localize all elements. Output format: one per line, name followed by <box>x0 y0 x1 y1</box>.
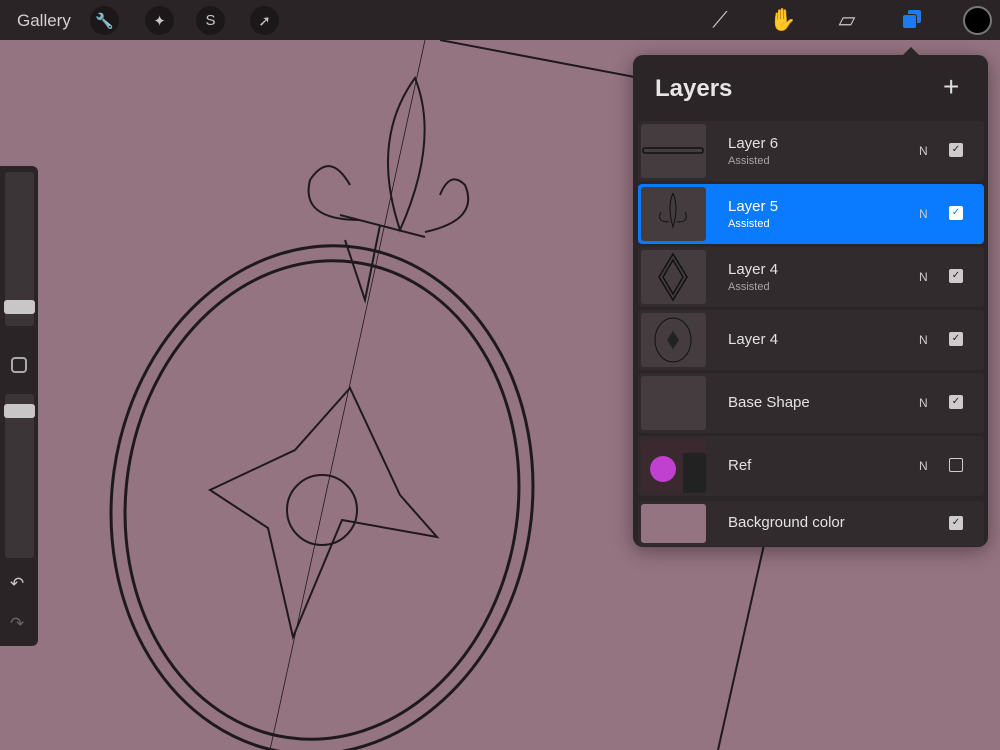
layer-row[interactable]: Ref N <box>638 436 984 496</box>
blend-mode-button[interactable]: N <box>919 207 928 221</box>
magic-wand-icon[interactable]: ✦ <box>145 6 174 35</box>
gallery-button[interactable]: Gallery <box>17 11 71 31</box>
layer-row[interactable]: Layer 6 Assisted N ✓ <box>638 121 984 181</box>
layer-name: Layer 4 <box>728 331 779 348</box>
panel-title: Layers <box>655 75 733 102</box>
layer-subtitle: Assisted <box>728 155 770 167</box>
opacity-slider[interactable] <box>5 394 34 558</box>
blend-mode-button[interactable]: N <box>919 144 928 158</box>
layer-thumbnail[interactable] <box>641 124 706 178</box>
layers-icon[interactable] <box>902 9 924 31</box>
ornament <box>207 386 440 641</box>
layer-row[interactable]: Base Shape N ✓ <box>638 373 984 433</box>
guide-line <box>269 40 426 750</box>
layer-row[interactable]: Layer 4 Assisted N ✓ <box>638 247 984 307</box>
layer-thumbnail[interactable] <box>641 187 706 241</box>
layers-panel: Layers + Layer 6 Assisted N ✓ Layer 5 Assiste… <box>633 47 988 547</box>
layer-name: Layer 5 <box>728 198 779 215</box>
layer-visibility-checkbox[interactable]: ✓ <box>949 143 963 157</box>
layer-name: Layer 6 <box>728 135 779 152</box>
selection-icon[interactable]: S <box>196 6 225 35</box>
brush-icon[interactable]: ⟋ <box>705 5 735 35</box>
side-toolbar: ↶ ↷ <box>0 166 38 646</box>
layer-visibility-checkbox[interactable]: ✓ <box>949 516 963 530</box>
layer-row[interactable]: Background color ✓ <box>638 501 984 546</box>
layer-row[interactable]: Layer 5 Assisted N ✓ <box>638 184 984 244</box>
redo-icon[interactable]: ↷ <box>10 614 24 634</box>
fleur-de-lis <box>339 75 426 304</box>
smudge-icon[interactable]: ✋ <box>768 5 798 35</box>
brush-size-handle[interactable] <box>4 300 35 314</box>
opacity-handle[interactable] <box>4 404 35 418</box>
layer-name: Background color <box>728 514 845 531</box>
undo-icon[interactable]: ↶ <box>10 574 24 594</box>
layer-row[interactable]: Layer 4 N ✓ <box>638 310 984 370</box>
layer-thumbnail[interactable] <box>641 250 706 304</box>
blend-mode-button[interactable]: N <box>919 396 928 410</box>
layer-name: Layer 4 <box>728 261 779 278</box>
layer-thumbnail[interactable] <box>641 504 706 543</box>
layer-thumbnail[interactable] <box>641 313 706 367</box>
frame-inner <box>123 259 521 741</box>
color-picker[interactable] <box>963 6 992 35</box>
frame-outer <box>109 244 535 750</box>
transform-arrow-icon[interactable]: ➚ <box>250 6 279 35</box>
layer-visibility-checkbox[interactable]: ✓ <box>949 332 963 346</box>
blend-mode-button[interactable]: N <box>919 270 928 284</box>
blend-mode-button[interactable]: N <box>919 459 928 473</box>
layer-thumbnail[interactable] <box>641 439 706 493</box>
top-toolbar: Gallery 🔧 ✦ S ➚ ⟋ ✋ ▱ <box>0 0 1000 40</box>
layer-name: Base Shape <box>728 394 810 411</box>
modify-button[interactable] <box>11 357 27 373</box>
guide-line <box>439 40 641 79</box>
layer-visibility-checkbox[interactable]: ✓ <box>949 395 963 409</box>
blend-mode-button[interactable]: N <box>919 333 928 347</box>
guide-line <box>717 539 766 750</box>
eraser-icon[interactable]: ▱ <box>832 5 862 35</box>
layer-visibility-checkbox[interactable]: ✓ <box>949 269 963 283</box>
wrench-icon[interactable]: 🔧 <box>90 6 119 35</box>
layer-visibility-checkbox[interactable]: ✓ <box>949 206 963 220</box>
layer-subtitle: Assisted <box>728 218 770 230</box>
layer-subtitle: Assisted <box>728 281 770 293</box>
layer-name: Ref <box>728 457 752 474</box>
layer-thumbnail[interactable] <box>641 376 706 430</box>
add-layer-button[interactable]: + <box>943 71 959 103</box>
layer-visibility-checkbox[interactable] <box>949 458 963 472</box>
